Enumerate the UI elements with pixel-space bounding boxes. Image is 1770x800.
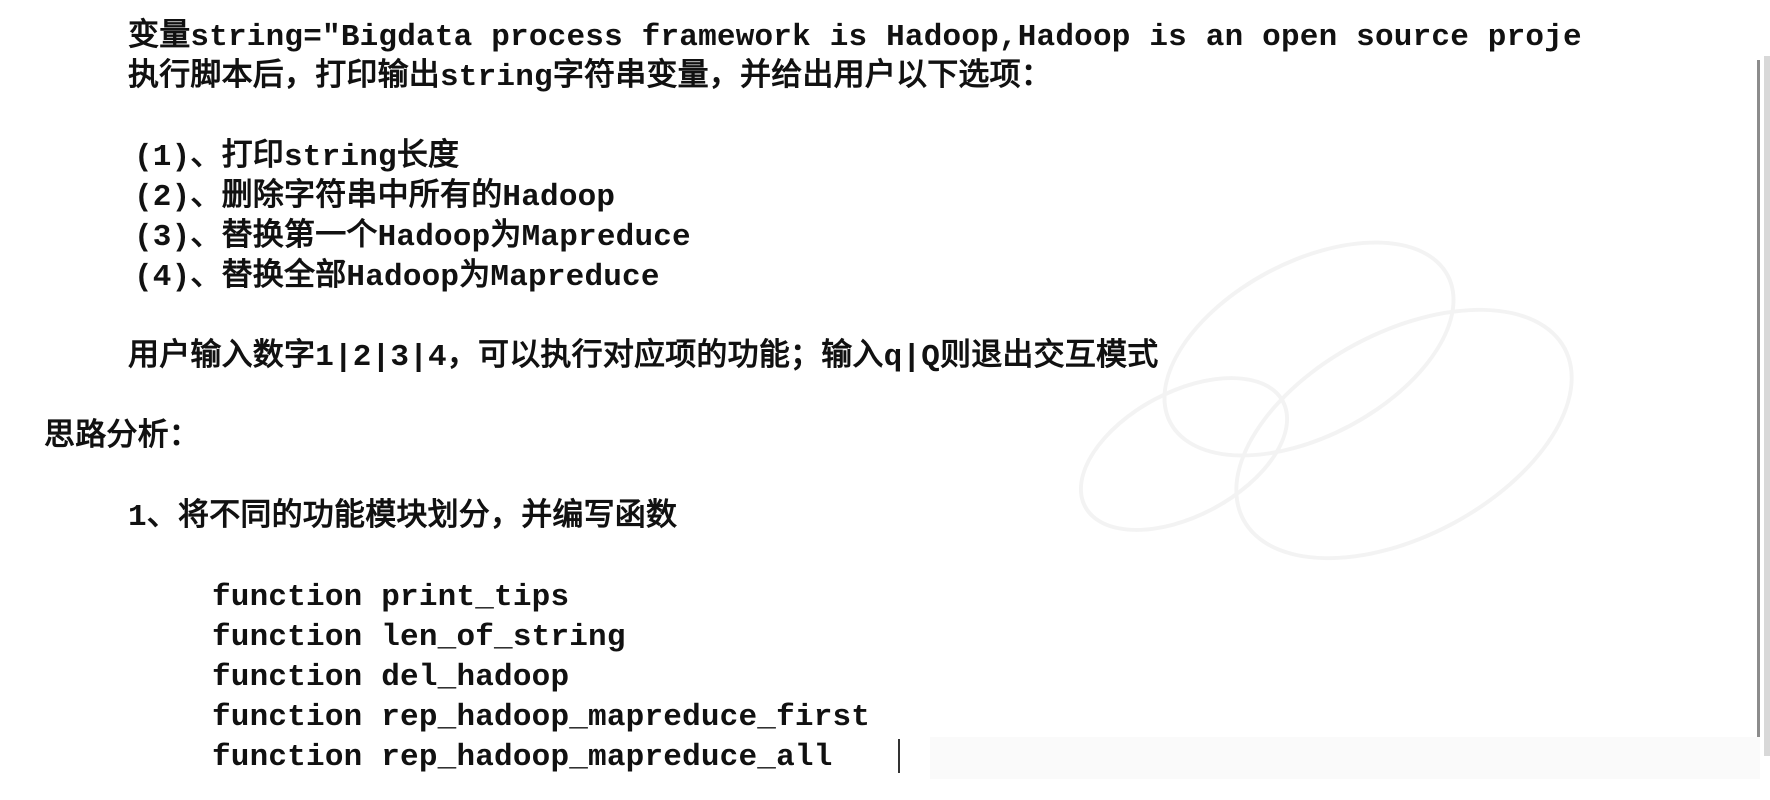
analysis-title: 思路分析： bbox=[44, 420, 200, 455]
option-4: (4)、替换全部Hadoop为Mapreduce bbox=[134, 260, 660, 295]
current-line-highlight bbox=[930, 737, 1760, 779]
function-rep-first: function rep_hadoop_mapreduce_first bbox=[212, 700, 871, 735]
option-1: (1)、打印string长度 bbox=[134, 140, 460, 175]
function-del-hadoop: function del_hadoop bbox=[212, 660, 570, 695]
document-page: 变量string="Bigdata process framework is H… bbox=[0, 0, 1770, 800]
text-cursor bbox=[898, 739, 900, 773]
function-len-of-string: function len_of_string bbox=[212, 620, 626, 655]
string-variable-line: 变量string="Bigdata process framework is H… bbox=[128, 20, 1582, 55]
watermark bbox=[1030, 170, 1650, 690]
watermark-shape bbox=[1126, 195, 1492, 503]
option-2: (2)、删除字符串中所有的Hadoop bbox=[134, 180, 616, 215]
step-1: 1、将不同的功能模块划分，并编写函数 bbox=[128, 500, 678, 535]
right-edge-line bbox=[1757, 60, 1760, 750]
instruction-line: 执行脚本后，打印输出string字符串变量，并给出用户以下选项： bbox=[128, 60, 1053, 95]
right-edge-bar bbox=[1764, 56, 1770, 756]
function-rep-all: function rep_hadoop_mapreduce_all bbox=[212, 740, 833, 775]
input-hint: 用户输入数字1|2|3|4，可以执行对应项的功能；输入q|Q则退出交互模式 bbox=[128, 340, 1159, 375]
option-3: (3)、替换第一个Hadoop为Mapreduce bbox=[134, 220, 691, 255]
function-print-tips: function print_tips bbox=[212, 580, 570, 615]
watermark-shape bbox=[1192, 255, 1616, 613]
